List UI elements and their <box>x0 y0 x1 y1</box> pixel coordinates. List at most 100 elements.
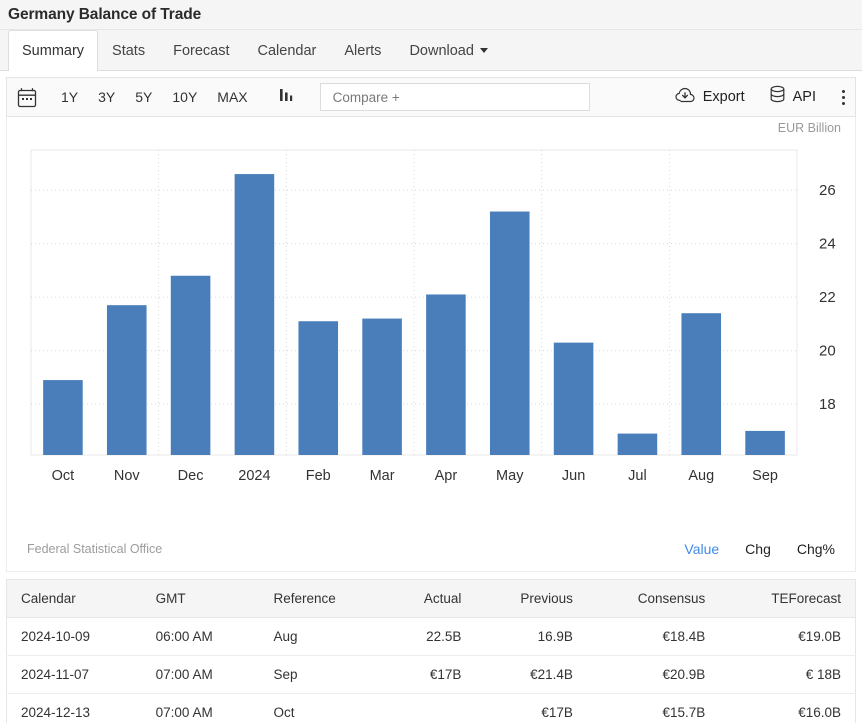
page-header: Germany Balance of Trade <box>0 0 862 30</box>
table-cell: Sep <box>259 656 384 694</box>
tab-stats[interactable]: Stats <box>98 30 159 70</box>
bar-aug[interactable] <box>681 313 721 455</box>
table-cell: €17B <box>385 656 476 694</box>
chart-plot-area[interactable]: 1820222426OctNovDec2024FebMarAprMayJunJu… <box>7 142 855 537</box>
column-header-consensus[interactable]: Consensus <box>587 580 719 618</box>
kebab-menu-icon[interactable] <box>842 90 845 105</box>
table-cell: 2024-12-13 <box>7 694 142 723</box>
x-tick-label: Feb <box>306 468 331 484</box>
table-cell <box>385 694 476 723</box>
x-tick-label: Sep <box>752 468 778 484</box>
bar-apr[interactable] <box>426 294 466 455</box>
chart-legend: Value Chg Chg% <box>684 541 835 557</box>
api-button[interactable]: API <box>769 85 816 109</box>
legend-chg[interactable]: Chg <box>745 541 771 557</box>
table-cell: €16.0B <box>719 694 855 723</box>
y-tick-label: 20 <box>819 343 836 360</box>
table-cell: €21.4B <box>475 656 587 694</box>
column-header-previous[interactable]: Previous <box>475 580 587 618</box>
table-cell: 22.5B <box>385 618 476 656</box>
chart-card: EUR Billion 1820222426OctNovDec2024FebMa… <box>6 117 856 572</box>
compare-input[interactable] <box>331 89 579 106</box>
tab-summary[interactable]: Summary <box>8 30 98 71</box>
calendar-icon[interactable] <box>17 87 37 108</box>
range-buttons: 1Y3Y5Y10YMAX <box>51 87 258 107</box>
tab-bar: Summary Stats Forecast Calendar Alerts Downlo… <box>0 30 862 71</box>
tab-label: Download <box>409 43 474 59</box>
range-button-1y[interactable]: 1Y <box>51 87 88 107</box>
tab-download[interactable]: Download <box>395 30 502 70</box>
bar-jun[interactable] <box>554 343 594 455</box>
bar-2024[interactable] <box>235 174 275 455</box>
export-button[interactable]: Export <box>675 86 745 108</box>
bar-dec[interactable] <box>171 276 211 455</box>
table-cell: €17B <box>475 694 587 723</box>
page-title: Germany Balance of Trade <box>8 6 201 24</box>
column-header-calendar[interactable]: Calendar <box>7 580 142 618</box>
table-cell: €15.7B <box>587 694 719 723</box>
table-cell: €18.4B <box>587 618 719 656</box>
column-header-gmt[interactable]: GMT <box>142 580 260 618</box>
chart-unit-label: EUR Billion <box>778 121 841 135</box>
table-cell: 06:00 AM <box>142 618 260 656</box>
tab-label: Alerts <box>344 43 381 59</box>
x-tick-label: 2024 <box>238 468 270 484</box>
tab-alerts[interactable]: Alerts <box>330 30 395 70</box>
bar-nov[interactable] <box>107 305 147 455</box>
x-tick-label: Oct <box>52 468 75 484</box>
table-row[interactable]: 2024-11-0707:00 AMSep€17B€21.4B€20.9B€ 1… <box>7 656 856 694</box>
table-cell: 07:00 AM <box>142 694 260 723</box>
chart-footer: Federal Statistical Office Value Chg Chg% <box>7 541 855 557</box>
table-cell: € 18B <box>719 656 855 694</box>
legend-value[interactable]: Value <box>684 541 719 557</box>
toolbar-right-actions: Export API <box>651 85 845 109</box>
table-cell: 16.9B <box>475 618 587 656</box>
x-tick-label: Jul <box>628 468 647 484</box>
range-button-3y[interactable]: 3Y <box>88 87 125 107</box>
database-icon <box>769 85 786 109</box>
bar-may[interactable] <box>490 212 530 455</box>
column-header-teforecast[interactable]: TEForecast <box>719 580 855 618</box>
legend-chgpct[interactable]: Chg% <box>797 541 835 557</box>
range-button-10y[interactable]: 10Y <box>162 87 207 107</box>
y-tick-label: 18 <box>819 396 836 413</box>
x-tick-label: Nov <box>114 468 141 484</box>
column-header-actual[interactable]: Actual <box>385 580 476 618</box>
table-cell: €20.9B <box>587 656 719 694</box>
bar-chart-icon[interactable] <box>278 87 296 108</box>
bar-jul[interactable] <box>618 434 658 455</box>
x-tick-label: Aug <box>688 468 714 484</box>
table-cell: 2024-11-07 <box>7 656 142 694</box>
bar-oct[interactable] <box>43 380 83 455</box>
table-row[interactable]: 2024-12-1307:00 AMOct €17B€15.7B€16.0B <box>7 694 856 723</box>
range-button-max[interactable]: MAX <box>207 87 257 107</box>
tab-calendar[interactable]: Calendar <box>244 30 331 70</box>
table-row[interactable]: 2024-10-0906:00 AMAug22.5B16.9B€18.4B€19… <box>7 618 856 656</box>
range-button-5y[interactable]: 5Y <box>125 87 162 107</box>
y-tick-label: 24 <box>819 236 836 253</box>
table-cell: 07:00 AM <box>142 656 260 694</box>
api-label: API <box>793 89 816 105</box>
chart-source: Federal Statistical Office <box>27 542 162 556</box>
table-cell: Oct <box>259 694 384 723</box>
column-header-reference[interactable]: Reference <box>259 580 384 618</box>
table-header-row: CalendarGMTReferenceActualPreviousConsen… <box>7 580 856 618</box>
tab-label: Forecast <box>173 43 229 59</box>
table-cell: Aug <box>259 618 384 656</box>
chevron-down-icon <box>480 48 488 53</box>
tab-forecast[interactable]: Forecast <box>159 30 243 70</box>
tab-label: Stats <box>112 43 145 59</box>
table-cell: €19.0B <box>719 618 855 656</box>
bar-feb[interactable] <box>298 321 338 455</box>
calendar-table-body: 2024-10-0906:00 AMAug22.5B16.9B€18.4B€19… <box>7 618 856 723</box>
export-label: Export <box>703 89 745 105</box>
compare-input-wrapper[interactable] <box>320 83 590 111</box>
bar-sep[interactable] <box>745 431 785 455</box>
bar-chart-svg: 1820222426OctNovDec2024FebMarAprMayJunJu… <box>7 142 857 537</box>
calendar-table: CalendarGMTReferenceActualPreviousConsen… <box>6 579 856 723</box>
page-root: Germany Balance of Trade Summary Stats For… <box>0 0 862 723</box>
x-tick-label: May <box>496 468 524 484</box>
bar-mar[interactable] <box>362 319 402 455</box>
tab-label: Summary <box>22 43 84 59</box>
y-tick-label: 22 <box>819 289 836 306</box>
